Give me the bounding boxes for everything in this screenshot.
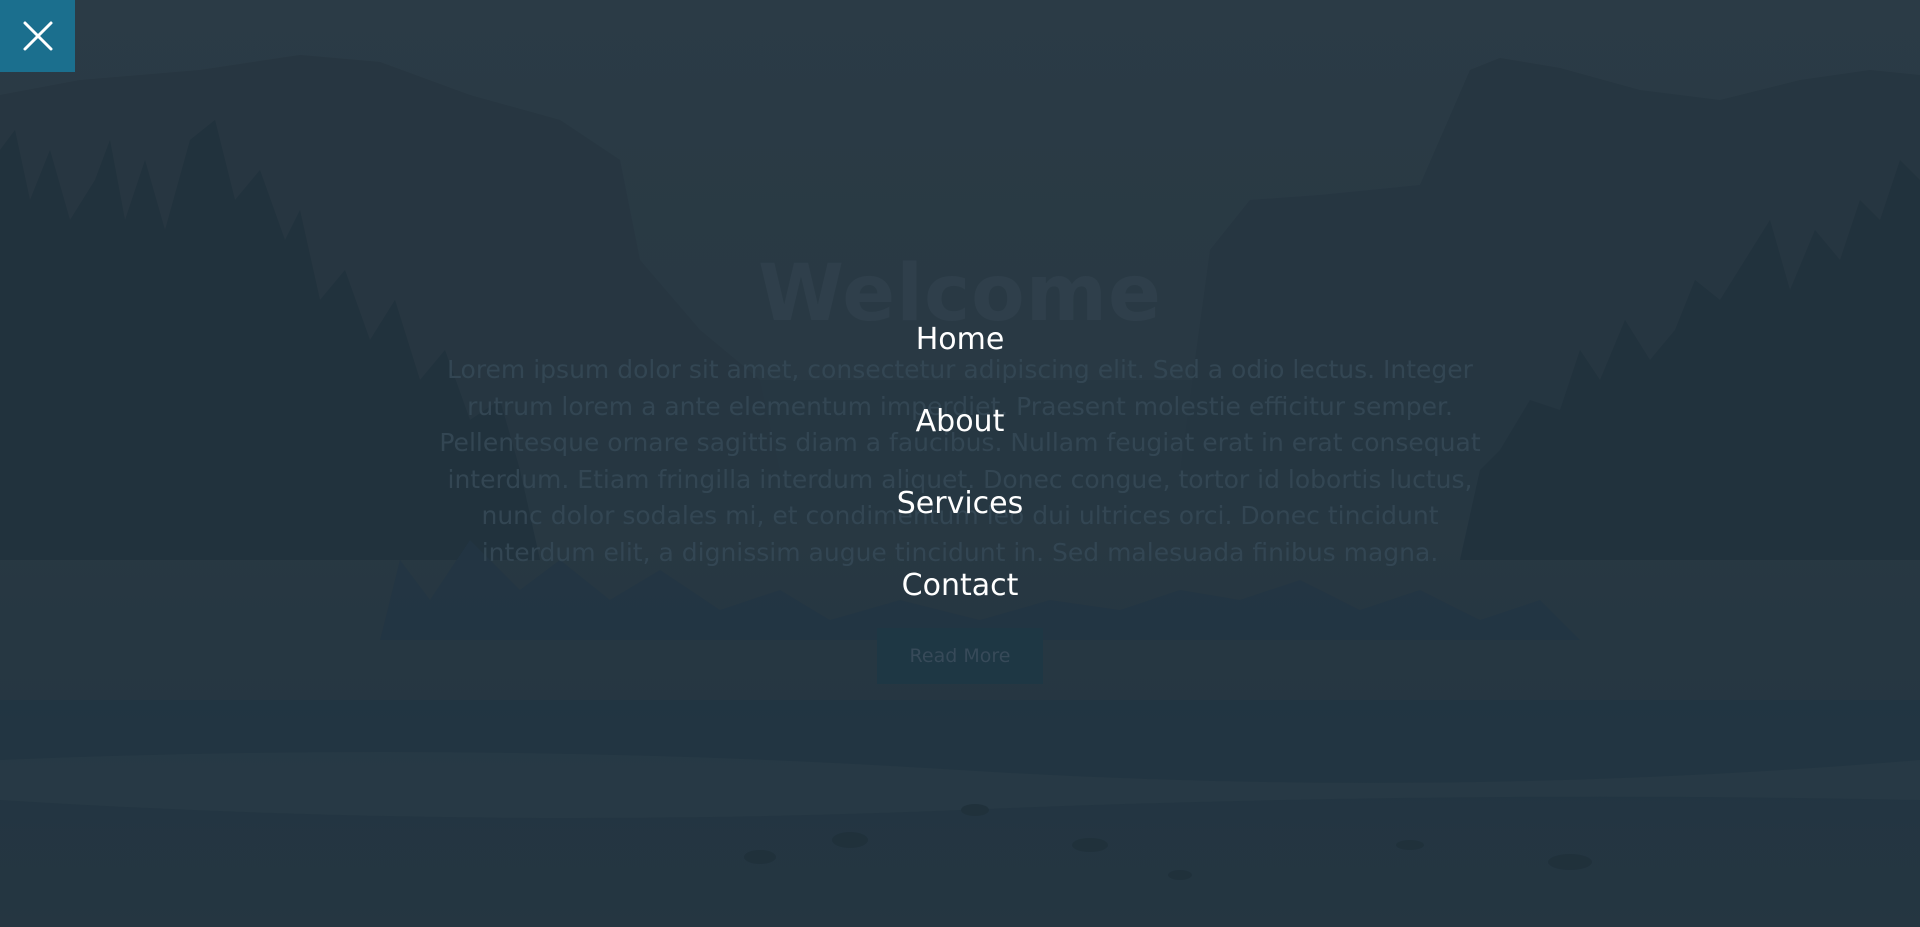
page: Welcome Lorem ipsum dolor sit amet, cons… (0, 0, 1920, 927)
nav-link-contact[interactable]: Contact (896, 561, 1025, 611)
nav-link-about[interactable]: About (910, 397, 1011, 447)
nav-link-services[interactable]: Services (891, 479, 1030, 529)
nav-link-home[interactable]: Home (910, 315, 1011, 365)
nav-item-contact: Contact (0, 561, 1920, 643)
close-icon (23, 21, 52, 51)
nav-item-about: About (0, 397, 1920, 479)
close-menu-button[interactable] (0, 0, 75, 72)
nav-item-home: Home (0, 315, 1920, 397)
overlay-nav-menu: Home About Services Contact (0, 315, 1920, 643)
nav-item-services: Services (0, 479, 1920, 561)
menu-overlay: Home About Services Contact (0, 0, 1920, 927)
